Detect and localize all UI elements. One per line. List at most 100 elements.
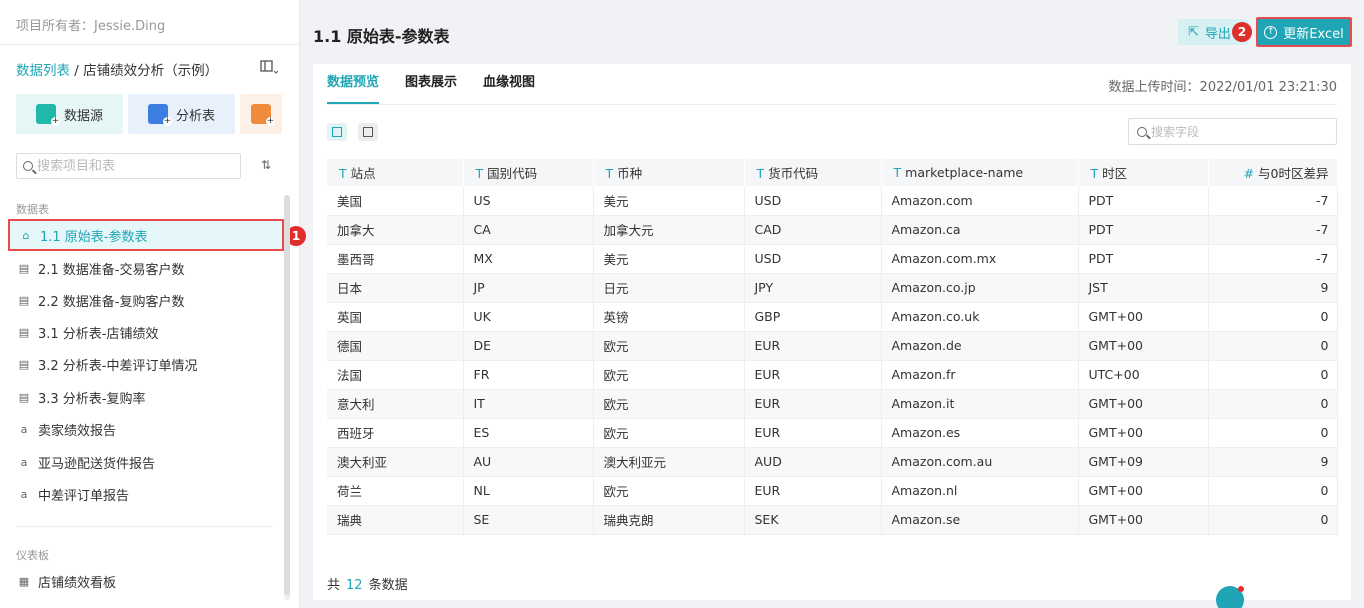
table-cell[interactable]: 0 [1208,418,1338,448]
tab-lineage[interactable]: 血缘视图 [483,64,535,104]
table-cell[interactable]: Amazon.com.au [881,447,1079,477]
table-cell[interactable]: CAD [744,215,882,245]
table-cell[interactable]: EUR [744,418,882,448]
table-cell[interactable]: 欧元 [593,476,745,506]
table-cell[interactable]: GBP [744,302,882,332]
sort-icon[interactable]: ⇅ [261,158,271,172]
grid-view-icon[interactable] [358,123,378,141]
table-cell[interactable]: PDT [1078,186,1209,216]
table-cell[interactable]: GMT+00 [1078,505,1209,535]
table-cell[interactable]: Amazon.de [881,331,1079,361]
table-cell[interactable]: Amazon.co.uk [881,302,1079,332]
table-cell[interactable]: 加拿大元 [593,215,745,245]
table-cell[interactable]: UK [463,302,594,332]
table-cell[interactable]: 加拿大 [327,215,464,245]
table-cell[interactable]: SEK [744,505,882,535]
table-cell[interactable]: FR [463,360,594,390]
table-cell[interactable]: GMT+00 [1078,331,1209,361]
table-cell[interactable]: SE [463,505,594,535]
table-cell[interactable]: 欧元 [593,418,745,448]
update-excel-button[interactable]: ↑ 更新Excel [1256,17,1352,47]
table-cell[interactable]: 0 [1208,389,1338,419]
table-cell[interactable]: JP [463,273,594,303]
table-cell[interactable]: EUR [744,331,882,361]
table-cell[interactable]: Amazon.nl [881,476,1079,506]
table-cell[interactable]: -7 [1208,215,1338,245]
table-cell[interactable]: GMT+00 [1078,302,1209,332]
table-cell[interactable]: 荷兰 [327,476,464,506]
table-cell[interactable]: 澳大利亚 [327,447,464,477]
table-cell[interactable]: 美国 [327,186,464,216]
table-cell[interactable]: MX [463,244,594,274]
table-cell[interactable]: 西班牙 [327,418,464,448]
sidebar-item-review-report[interactable]: a 中差评订单报告 [8,478,284,510]
table-cell[interactable]: USD [744,186,882,216]
table-cell[interactable]: 瑞典 [327,505,464,535]
column-header[interactable]: T 国别代码 [463,159,594,186]
sidebar-item-2-1[interactable]: ▤ 2.1 数据准备-交易客户数 [8,252,284,284]
table-cell[interactable]: EUR [744,360,882,390]
table-cell[interactable]: AU [463,447,594,477]
sidebar-item-1-1[interactable]: ⌂ 1.1 原始表-参数表 [8,219,284,251]
sidebar-item-dashboard[interactable]: ▦ 店铺绩效看板 [8,565,284,597]
table-cell[interactable]: DE [463,331,594,361]
table-cell[interactable]: 美元 [593,186,745,216]
table-cell[interactable]: Amazon.co.jp [881,273,1079,303]
table-cell[interactable]: ES [463,418,594,448]
table-cell[interactable]: 0 [1208,476,1338,506]
table-cell[interactable]: PDT [1078,244,1209,274]
table-cell[interactable]: 9 [1208,447,1338,477]
table-cell[interactable]: -7 [1208,244,1338,274]
table-cell[interactable]: 0 [1208,505,1338,535]
column-header[interactable]: T 时区 [1078,159,1209,186]
column-header[interactable]: T 站点 [327,159,464,186]
table-cell[interactable]: IT [463,389,594,419]
project-search-input[interactable] [37,158,227,174]
table-cell[interactable]: 日本 [327,273,464,303]
table-cell[interactable]: 法国 [327,360,464,390]
table-cell[interactable]: Amazon.it [881,389,1079,419]
table-cell[interactable]: Amazon.fr [881,360,1079,390]
sidebar-item-seller-report[interactable]: a 卖家绩效报告 [8,413,284,445]
sidebar-item-3-2[interactable]: ▤ 3.2 分析表-中差评订单情况 [8,348,284,380]
table-cell[interactable]: Amazon.es [881,418,1079,448]
add-dashboard-button[interactable]: + [240,94,282,134]
table-cell[interactable]: 9 [1208,273,1338,303]
table-cell[interactable]: JST [1078,273,1209,303]
table-cell[interactable]: Amazon.com.mx [881,244,1079,274]
table-cell[interactable]: 日元 [593,273,745,303]
add-analysis-button[interactable]: + 分析表 [128,94,235,134]
column-header[interactable]: Tmarketplace-name [881,159,1079,186]
table-cell[interactable]: GMT+00 [1078,476,1209,506]
layout-toggle-icon[interactable] [260,59,278,75]
table-cell[interactable]: US [463,186,594,216]
table-cell[interactable]: 欧元 [593,331,745,361]
table-cell[interactable]: AUD [744,447,882,477]
column-header[interactable]: T 货币代码 [744,159,882,186]
tab-data-preview[interactable]: 数据预览 [327,64,380,104]
table-cell[interactable]: CA [463,215,594,245]
table-cell[interactable]: GMT+00 [1078,389,1209,419]
table-cell[interactable]: 澳大利亚元 [593,447,745,477]
field-search-input[interactable] [1151,124,1321,139]
column-header[interactable]: # 与0时区差异 [1208,159,1338,186]
table-cell[interactable]: 德国 [327,331,464,361]
table-cell[interactable]: 墨西哥 [327,244,464,274]
sidebar-scrollbar-thumb[interactable] [284,195,290,595]
table-cell[interactable]: EUR [744,476,882,506]
table-cell[interactable]: Amazon.ca [881,215,1079,245]
help-float-button[interactable] [1216,586,1244,608]
sidebar-item-3-3[interactable]: ▤ 3.3 分析表-复购率 [8,381,284,413]
table-cell[interactable]: 0 [1208,360,1338,390]
table-cell[interactable]: 瑞典克朗 [593,505,745,535]
table-cell[interactable]: 英国 [327,302,464,332]
sidebar-item-3-1[interactable]: ▤ 3.1 分析表-店铺绩效 [8,316,284,348]
breadcrumb-link-data-list[interactable]: 数据列表 [16,63,70,79]
table-cell[interactable]: Amazon.com [881,186,1079,216]
add-datasource-button[interactable]: + 数据源 [16,94,123,134]
table-view-icon[interactable] [327,123,347,141]
sidebar-item-2-2[interactable]: ▤ 2.2 数据准备-复购客户数 [8,284,284,316]
table-cell[interactable]: 英镑 [593,302,745,332]
table-cell[interactable]: NL [463,476,594,506]
table-cell[interactable]: UTC+00 [1078,360,1209,390]
